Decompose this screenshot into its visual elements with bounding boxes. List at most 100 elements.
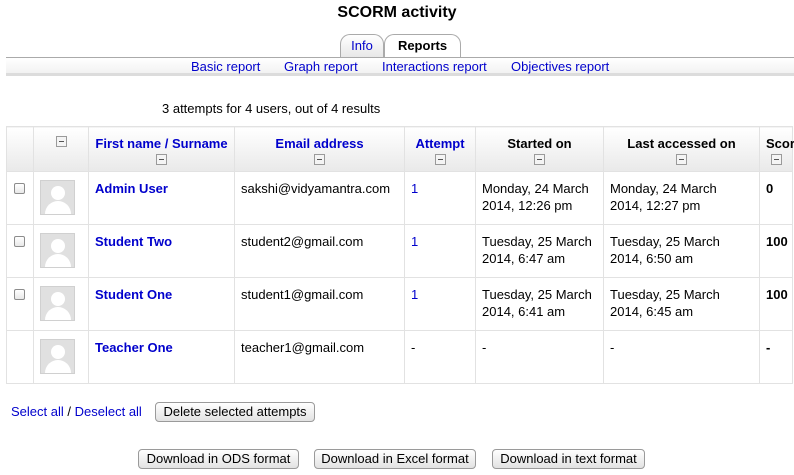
selection-separator: / xyxy=(67,404,71,419)
header-last-label: Last accessed on xyxy=(627,136,736,151)
avatar[interactable] xyxy=(40,233,75,268)
attempt-link[interactable]: 1 xyxy=(411,234,418,249)
score-cell: - xyxy=(759,330,793,384)
basic-report-link[interactable]: Basic report xyxy=(191,59,260,74)
last-time: 2014, 6:50 am xyxy=(610,251,694,266)
tab-info-label[interactable]: Info xyxy=(351,38,373,53)
header-score-label: Score xyxy=(766,136,794,151)
user-name-link[interactable]: Student Two xyxy=(95,234,172,249)
name-cell: Student One xyxy=(88,277,235,331)
sort-email-link[interactable]: Email address xyxy=(275,136,363,151)
started-time: 2014, 6:41 am xyxy=(482,304,566,319)
page-title: SCORM activity xyxy=(337,4,457,21)
header-name: First name / Surname xyxy=(88,126,235,172)
last-date: Tuesday, 25 March xyxy=(610,234,720,249)
objectives-report-link[interactable]: Objectives report xyxy=(511,59,609,74)
collapse-icon[interactable] xyxy=(156,154,167,165)
name-cell: Student Two xyxy=(88,224,235,278)
avatar[interactable] xyxy=(40,339,75,374)
avatar[interactable] xyxy=(40,180,75,215)
header-attempt: Attempt xyxy=(404,126,476,172)
name-cell: Teacher One xyxy=(88,330,235,384)
score-cell: 100 xyxy=(759,224,793,278)
row-select-cell xyxy=(6,224,34,278)
attempts-summary: 3 attempts for 4 users, out of 4 results xyxy=(162,101,381,116)
attempt-cell: 1 xyxy=(404,171,476,225)
deselect-all-link[interactable]: Deselect all xyxy=(75,404,142,419)
table-row: Admin User sakshi@vidyamantra.com 1 Mond… xyxy=(6,171,793,225)
selection-links: Select all / Deselect all xyxy=(11,404,142,419)
email-cell: sakshi@vidyamantra.com xyxy=(234,171,405,225)
picture-cell xyxy=(33,224,89,278)
tab-info[interactable]: Info xyxy=(340,34,384,58)
last-time: 2014, 6:45 am xyxy=(610,304,694,319)
started-cell: Tuesday, 25 March 2014, 6:41 am xyxy=(475,277,604,331)
row-checkbox[interactable] xyxy=(14,289,25,300)
picture-cell xyxy=(33,277,89,331)
score-cell: 0 xyxy=(759,171,793,225)
attempt-link[interactable]: 1 xyxy=(411,181,418,196)
collapse-icon[interactable] xyxy=(676,154,687,165)
table-row: Student One student1@gmail.com 1 Tuesday… xyxy=(6,277,793,331)
last-accessed-cell: - xyxy=(603,330,760,384)
row-select-cell xyxy=(6,277,34,331)
last-accessed-cell: Monday, 24 March 2014, 12:27 pm xyxy=(603,171,760,225)
collapse-icon[interactable] xyxy=(314,154,325,165)
report-subnav: Basic report Graph report Interactions r… xyxy=(6,58,794,76)
started-time: 2014, 12:26 pm xyxy=(482,198,573,213)
started-date: Monday, 24 March xyxy=(482,181,589,196)
collapse-icon[interactable] xyxy=(770,154,782,165)
avatar[interactable] xyxy=(40,286,75,321)
last-accessed-cell: Tuesday, 25 March 2014, 6:50 am xyxy=(603,224,760,278)
row-checkbox[interactable] xyxy=(14,183,25,194)
row-select-cell xyxy=(6,330,34,384)
header-last-accessed: Last accessed on xyxy=(603,126,760,172)
download-ods-button[interactable]: Download in ODS format xyxy=(138,449,299,469)
started-cell: - xyxy=(475,330,604,384)
started-time: 2014, 6:47 am xyxy=(482,251,566,266)
header-checkbox-col xyxy=(6,126,34,172)
row-checkbox[interactable] xyxy=(14,236,25,247)
score-cell: 100 xyxy=(759,277,793,331)
delete-selected-attempts-button[interactable]: Delete selected attempts xyxy=(155,402,315,422)
last-date: Monday, 24 March xyxy=(610,181,717,196)
collapse-icon[interactable] xyxy=(534,154,545,165)
tab-bar: Info Reports xyxy=(0,34,794,58)
header-started-label: Started on xyxy=(507,136,572,151)
collapse-icon[interactable] xyxy=(434,154,446,165)
interactions-report-link[interactable]: Interactions report xyxy=(382,59,487,74)
table-row: Teacher One teacher1@gmail.com - - - - xyxy=(6,330,793,384)
header-started: Started on xyxy=(475,126,604,172)
started-date: Tuesday, 25 March xyxy=(482,234,592,249)
header-picture-col xyxy=(33,126,89,172)
name-cell: Admin User xyxy=(88,171,235,225)
user-name-link[interactable]: Student One xyxy=(95,287,172,302)
download-text-button[interactable]: Download in text format xyxy=(492,449,645,469)
tab-reports[interactable]: Reports xyxy=(384,34,461,58)
select-all-link[interactable]: Select all xyxy=(11,404,64,419)
last-accessed-cell: Tuesday, 25 March 2014, 6:45 am xyxy=(603,277,760,331)
attempts-table: First name / Surname Email address Attem… xyxy=(6,126,794,384)
collapse-icon[interactable] xyxy=(55,136,67,147)
started-cell: Tuesday, 25 March 2014, 6:47 am xyxy=(475,224,604,278)
user-name-link[interactable]: Admin User xyxy=(95,181,168,196)
attempt-cell: - xyxy=(404,330,476,384)
started-date: Tuesday, 25 March xyxy=(482,287,592,302)
last-time: 2014, 12:27 pm xyxy=(610,198,701,213)
graph-report-link[interactable]: Graph report xyxy=(284,59,358,74)
email-cell: student2@gmail.com xyxy=(234,224,405,278)
sort-attempt-link[interactable]: Attempt xyxy=(415,136,464,151)
download-excel-button[interactable]: Download in Excel format xyxy=(314,449,476,469)
attempt-link[interactable]: 1 xyxy=(411,287,418,302)
attempt-cell: 1 xyxy=(404,224,476,278)
sort-name-link[interactable]: First name / Surname xyxy=(95,136,227,151)
header-email: Email address xyxy=(234,126,405,172)
header-score: Score xyxy=(759,126,794,172)
row-select-cell xyxy=(6,171,34,225)
email-cell: student1@gmail.com xyxy=(234,277,405,331)
table-header-row: First name / Surname Email address Attem… xyxy=(6,126,794,172)
attempt-cell: 1 xyxy=(404,277,476,331)
table-row: Student Two student2@gmail.com 1 Tuesday… xyxy=(6,224,793,278)
last-date: Tuesday, 25 March xyxy=(610,287,720,302)
user-name-link[interactable]: Teacher One xyxy=(95,340,173,355)
